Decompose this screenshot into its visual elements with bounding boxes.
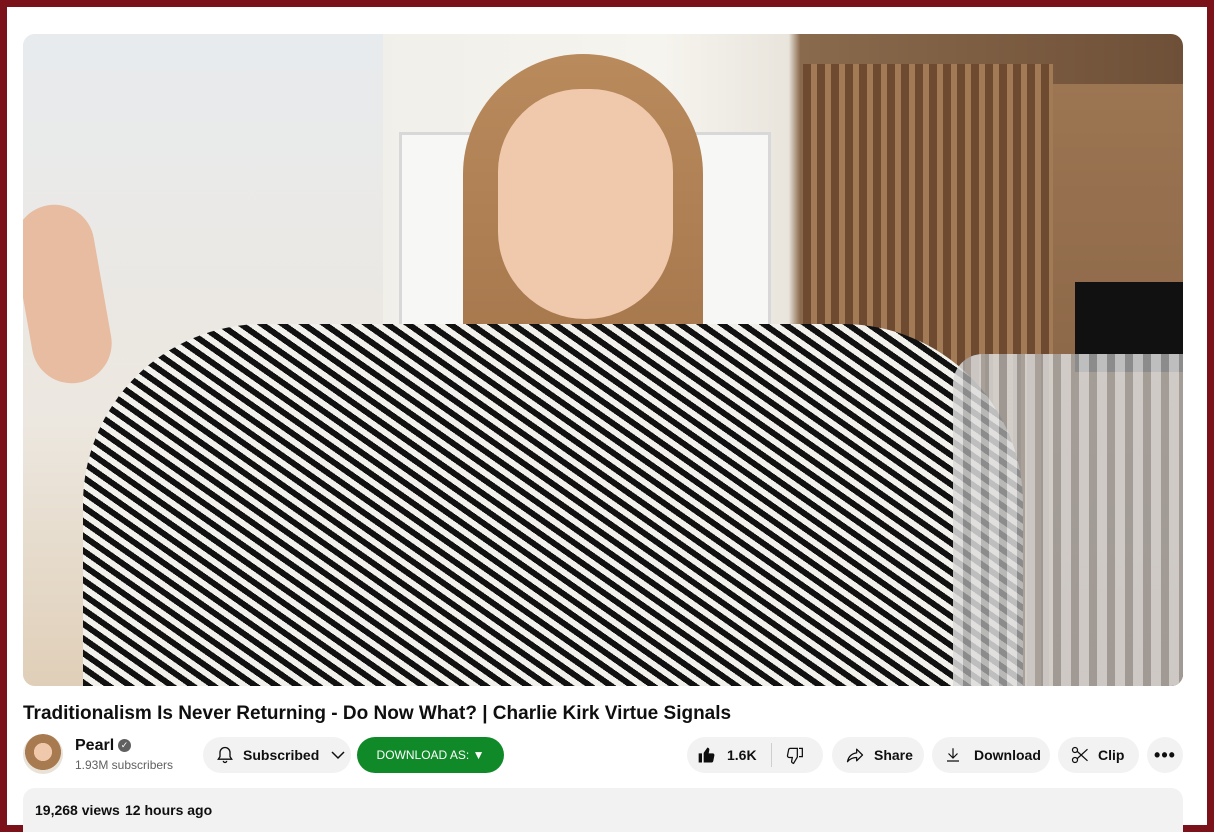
thumbs-up-icon[interactable] [697,745,717,765]
channel-avatar[interactable] [23,734,63,774]
thumbs-down-icon[interactable] [784,745,804,765]
video-owner-row: Pearl ✓ 1.93M subscribers Subscribed DOW… [23,734,1183,774]
description-box[interactable]: 19,268 views 12 hours ago [23,788,1183,832]
video-frame-person-face [498,89,673,319]
share-button[interactable]: Share [832,737,924,773]
video-player[interactable] [23,34,1183,686]
clip-button[interactable]: Clip [1058,737,1139,773]
subscribed-label: Subscribed [243,747,320,763]
download-as-button[interactable]: DOWNLOAD AS: ▼ [357,737,504,773]
clip-label: Clip [1098,747,1125,763]
share-arrow-icon [846,748,864,763]
video-title: Traditionalism Is Never Returning - Do N… [23,703,732,724]
share-label: Share [874,747,913,763]
video-frame-plastic-box [953,354,1183,686]
download-label: Download [974,747,1041,763]
view-count: 19,268 views [35,802,120,818]
subscribed-button[interactable]: Subscribed [203,737,351,773]
download-button[interactable]: Download [932,737,1050,773]
like-dislike-group: 1.6K [687,737,823,773]
like-divider [770,743,772,767]
chevron-down-icon [331,751,345,760]
upload-time: 12 hours ago [125,802,213,818]
verified-check-icon: ✓ [118,739,131,752]
channel-name[interactable]: Pearl [75,737,114,755]
subscriber-count: 1.93M subscribers [75,758,174,772]
video-frame-striped-shirt [83,324,1023,686]
bell-icon [217,746,233,764]
more-actions-button[interactable]: ••• [1147,737,1183,773]
scissors-icon [1071,746,1088,764]
like-count[interactable]: 1.6K [727,747,757,763]
download-icon [947,748,959,762]
